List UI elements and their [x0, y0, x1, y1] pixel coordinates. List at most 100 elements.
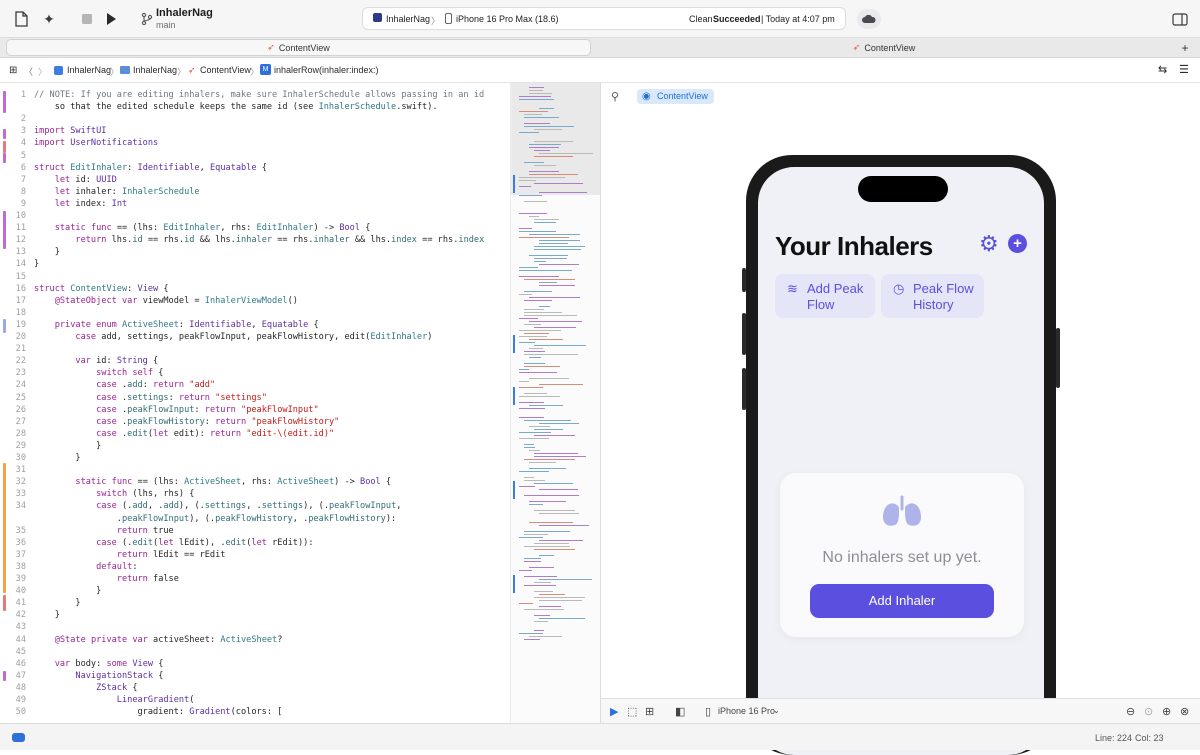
- breadcrumb-file[interactable]: ContentView: [200, 65, 251, 75]
- code-line[interactable]: 10: [0, 211, 510, 223]
- code-line[interactable]: 24 case .add: return "add": [0, 380, 510, 392]
- device-picker[interactable]: iPhone 16 Pro: [718, 706, 775, 716]
- code-line[interactable]: 40 }: [0, 586, 510, 598]
- code-line[interactable]: 46 var body: some View {: [0, 659, 510, 671]
- chevron-down-icon[interactable]: ⌄: [773, 706, 780, 715]
- code-line[interactable]: 35 return true: [0, 526, 510, 538]
- device-settings-icon[interactable]: ◧: [675, 705, 685, 718]
- code-line[interactable]: 27 case .peakFlowHistory: return "peakFl…: [0, 417, 510, 429]
- code-line[interactable]: 13 }: [0, 247, 510, 259]
- code-line[interactable]: 4 import UserNotifications: [0, 138, 510, 150]
- code-line[interactable]: 7 let id: UUID: [0, 175, 510, 187]
- code-line[interactable]: 23 switch self {: [0, 368, 510, 380]
- destination-app[interactable]: InhalerNag: [386, 14, 430, 24]
- tab-contentview[interactable]: ➶ ContentView: [6, 39, 591, 56]
- code-line[interactable]: 26 case .peakFlowInput: return "peakFlow…: [0, 405, 510, 417]
- gear-icon[interactable]: ⚙: [979, 233, 1001, 255]
- back-icon[interactable]: 〈: [24, 65, 33, 78]
- code-line[interactable]: 37 return lEdit == rEdit: [0, 550, 510, 562]
- code-line[interactable]: 17 @StateObject var viewModel = InhalerV…: [0, 296, 510, 308]
- code-line[interactable]: 2: [0, 114, 510, 126]
- breadcrumb-project[interactable]: InhalerNag: [67, 65, 111, 75]
- code-text: case .peakFlowInput: return "peakFlowInp…: [96, 404, 319, 415]
- preview-chip[interactable]: ◉ ContentView: [637, 89, 714, 104]
- variants-icon[interactable]: ⊞: [645, 705, 654, 718]
- add-icon[interactable]: +: [1008, 234, 1027, 253]
- code-line[interactable]: 39 return false: [0, 574, 510, 586]
- code-line[interactable]: 29 }: [0, 441, 510, 453]
- stop-button[interactable]: [76, 9, 98, 29]
- code-line[interactable]: .peakFlowInput), (.peakFlowHistory, .pea…: [0, 514, 510, 526]
- code-line[interactable]: 36 case (.edit(let lEdit), .edit(let rEd…: [0, 538, 510, 550]
- code-line[interactable]: 41 }: [0, 598, 510, 610]
- debug-area-toggle-icon[interactable]: [12, 733, 25, 742]
- tab-contentview-2[interactable]: ➶ ContentView: [594, 39, 1174, 56]
- code-line[interactable]: 34 case (.add, .add), (.settings, .setti…: [0, 501, 510, 513]
- code-line[interactable]: 11 static func == (lhs: EditInhaler, rhs…: [0, 223, 510, 235]
- code-line[interactable]: 14}: [0, 259, 510, 271]
- code-line[interactable]: so that the edited schedule keeps the sa…: [0, 102, 510, 114]
- minimap-line: [519, 294, 532, 295]
- code-line[interactable]: 33 switch (lhs, rhs) {: [0, 489, 510, 501]
- destination-device[interactable]: iPhone 16 Pro Max (18.6): [456, 14, 559, 24]
- code-line[interactable]: 25 case .settings: return "settings": [0, 393, 510, 405]
- code-line[interactable]: 38 default:: [0, 562, 510, 574]
- add-tab-icon[interactable]: +: [1176, 39, 1194, 56]
- zoom-fit-icon[interactable]: ⊗: [1180, 705, 1189, 718]
- peak-flow-history-button[interactable]: ◷ Peak Flow History: [881, 274, 984, 318]
- code-line[interactable]: 47 NavigationStack {: [0, 671, 510, 683]
- code-line[interactable]: 8 let inhaler: InhalerSchedule: [0, 187, 510, 199]
- run-button[interactable]: [100, 9, 122, 29]
- editor-options-icon[interactable]: ☰: [1179, 63, 1189, 76]
- code-line[interactable]: 49 LinearGradient(: [0, 695, 510, 707]
- code-text: struct ContentView: View {: [34, 283, 169, 294]
- code-line[interactable]: 45: [0, 647, 510, 659]
- selectable-mode-icon[interactable]: ⬚: [627, 705, 637, 718]
- minimap[interactable]: [510, 83, 601, 723]
- grid-icon[interactable]: ⊞: [9, 65, 17, 76]
- code-line[interactable]: 48 ZStack {: [0, 683, 510, 695]
- code-line[interactable]: 19 private enum ActiveSheet: Identifiabl…: [0, 320, 510, 332]
- code-line[interactable]: 30 }: [0, 453, 510, 465]
- forward-icon[interactable]: 〉: [38, 65, 47, 78]
- code-line[interactable]: 16 struct ContentView: View {: [0, 284, 510, 296]
- minimap-line: [519, 99, 555, 100]
- live-preview-icon[interactable]: ▶: [610, 705, 618, 718]
- code-line[interactable]: 9 let index: Int: [0, 199, 510, 211]
- canvas-bottom-bar: ▶ ⬚ ⊞ ◧ ▯ iPhone 16 Pro ⌄ ⊖ ⊙ ⊕ ⊗: [601, 698, 1200, 723]
- code-line[interactable]: 22 var id: String {: [0, 356, 510, 368]
- navigator-toggle-icon[interactable]: [10, 9, 32, 29]
- zoom-in-icon[interactable]: ⊕: [1162, 705, 1171, 718]
- breadcrumb-group[interactable]: InhalerNag: [133, 65, 177, 75]
- code-line[interactable]: 5: [0, 151, 510, 163]
- code-line[interactable]: 28 case .edit(let edit): return "edit-\(…: [0, 429, 510, 441]
- code-line[interactable]: 32 static func == (lhs: ActiveSheet, rhs…: [0, 477, 510, 489]
- code-line[interactable]: 43: [0, 622, 510, 634]
- breadcrumb-symbol[interactable]: inhalerRow(inhaler:index:): [274, 65, 379, 75]
- pin-icon[interactable]: ⚲: [611, 90, 619, 103]
- code-line[interactable]: 15: [0, 272, 510, 284]
- code-line[interactable]: 1 // NOTE: If you are editing inhalers, m…: [0, 90, 510, 102]
- code-line[interactable]: 18: [0, 308, 510, 320]
- cloud-icon[interactable]: [857, 9, 881, 29]
- code-line[interactable]: 12 return lhs.id == rhs.id && lhs.inhale…: [0, 235, 510, 247]
- inspector-toggle-icon[interactable]: [1169, 9, 1191, 29]
- code-editor[interactable]: 1 // NOTE: If you are editing inhalers, m…: [0, 83, 510, 723]
- code-line[interactable]: 50 gradient: Gradient(colors: [: [0, 707, 510, 719]
- add-peak-flow-button[interactable]: ≋ Add Peak Flow: [775, 274, 875, 318]
- line-number: 42: [15, 610, 26, 621]
- related-items-icon[interactable]: ⇆: [1158, 63, 1167, 76]
- code-line[interactable]: 21: [0, 344, 510, 356]
- sparkle-icon[interactable]: ✦: [38, 9, 60, 29]
- code-line[interactable]: 3 import SwiftUI: [0, 126, 510, 138]
- code-line[interactable]: 44 @State private var activeSheet: Activ…: [0, 635, 510, 647]
- zoom-actual-icon[interactable]: ⊙: [1144, 705, 1153, 718]
- activity-viewer[interactable]: InhalerNag 〉 iPhone 16 Pro Max (18.6) Cl…: [362, 7, 846, 30]
- code-line[interactable]: 42 }: [0, 610, 510, 622]
- code-line[interactable]: 20 case add, settings, peakFlowInput, pe…: [0, 332, 510, 344]
- code-line[interactable]: 6 struct EditInhaler: Identifiable, Equat…: [0, 163, 510, 175]
- scheme-name[interactable]: InhalerNag: [156, 7, 213, 19]
- add-inhaler-button[interactable]: Add Inhaler: [810, 584, 994, 618]
- code-line[interactable]: 31: [0, 465, 510, 477]
- zoom-out-icon[interactable]: ⊖: [1126, 705, 1135, 718]
